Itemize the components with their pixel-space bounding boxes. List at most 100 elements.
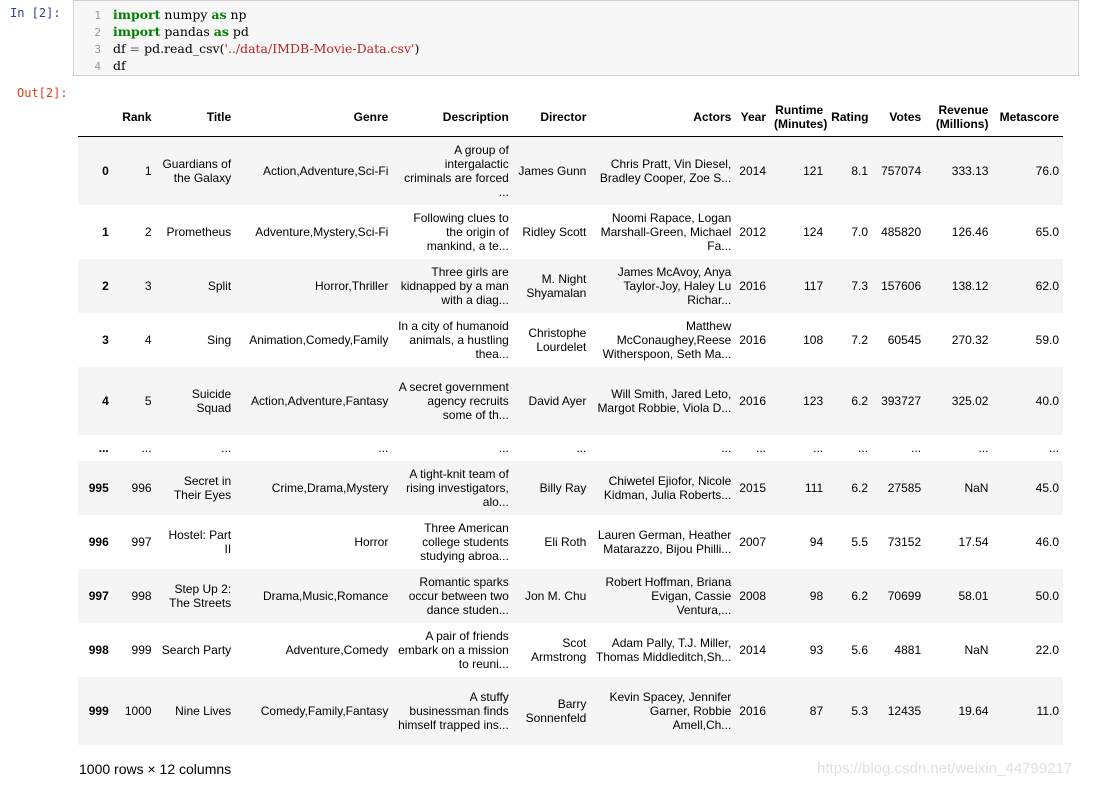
table-cell: Matthew McConaughey,Reese Witherspoon, S… bbox=[602, 318, 732, 361]
table-cell: 996 bbox=[131, 480, 152, 495]
table-row: 996 997 Hostel: Part II Horror Three America… bbox=[78, 514, 1063, 569]
table-cell: Horror bbox=[354, 534, 389, 549]
code-token: df bbox=[113, 58, 126, 73]
table-cell: Comedy,Family,Fantasy bbox=[260, 703, 389, 718]
table-cell: A pair of friends embark on a mission to… bbox=[398, 628, 509, 671]
table-cell: A secret government agency recruits some… bbox=[398, 379, 509, 422]
column-header: Genre bbox=[235, 98, 393, 137]
column-header: Director bbox=[512, 98, 591, 137]
table-cell: 2016 bbox=[739, 393, 766, 408]
code-token: ) bbox=[414, 41, 420, 56]
table-cell: Ridley Scott bbox=[522, 224, 587, 239]
table-cell: Eli Roth bbox=[544, 534, 587, 549]
table-cell: ... bbox=[1048, 440, 1059, 455]
table-row: 3 4 Sing Animation,Comedy,Family In a city o… bbox=[78, 312, 1063, 367]
table-cell: 117 bbox=[804, 278, 824, 293]
table-cell: James McAvoy, Anya Taylor-Joy, Haley Lu … bbox=[617, 264, 732, 307]
table-cell: 999 bbox=[131, 642, 152, 657]
line-number: 4 bbox=[94, 60, 101, 73]
row-index: 0 bbox=[102, 163, 109, 178]
table-cell: 757074 bbox=[881, 163, 922, 178]
code-line: 3 df = pd.read_csv('../data/IMDB-Movie-Da… bbox=[74, 40, 419, 57]
code-token: np bbox=[226, 7, 247, 22]
table-cell: 1000 bbox=[124, 703, 152, 718]
code-editor[interactable]: 1 import numpy as np 2 import pandas as pd 3… bbox=[73, 0, 1079, 76]
table-cell: Nine Lives bbox=[175, 703, 232, 718]
table-cell: Secret in Their Eyes bbox=[173, 473, 232, 502]
table-cell: Kevin Spacey, Jennifer Garner, Robbie Am… bbox=[609, 689, 732, 732]
table-cell: 87 bbox=[809, 703, 824, 718]
table-cell: 5.3 bbox=[851, 703, 869, 718]
table-cell: 5.5 bbox=[851, 534, 869, 549]
row-index: 999 bbox=[88, 703, 109, 718]
table-row: 2 3 Split Horror,Thriller Three girls are ki… bbox=[78, 258, 1063, 313]
table-cell: 138.12 bbox=[951, 278, 989, 293]
table-cell: Sing bbox=[207, 332, 232, 347]
table-cell: 126.46 bbox=[951, 224, 989, 239]
table-cell: Chris Pratt, Vin Diesel, Bradley Cooper,… bbox=[599, 156, 732, 185]
table-cell: David Ayer bbox=[528, 393, 587, 408]
table-cell: 485820 bbox=[881, 224, 922, 239]
code-line: 4 df bbox=[74, 57, 126, 74]
code-token: = bbox=[129, 41, 141, 56]
column-header: Votes bbox=[872, 98, 926, 137]
table-cell: 70699 bbox=[887, 588, 922, 603]
table-cell: Adventure,Mystery,Sci-Fi bbox=[255, 224, 389, 239]
table-cell: 98 bbox=[809, 588, 824, 603]
table-cell: 73152 bbox=[887, 534, 922, 549]
table-cell: 997 bbox=[131, 534, 152, 549]
table-cell: 8.1 bbox=[851, 163, 869, 178]
table-cell: Drama,Music,Romance bbox=[262, 588, 389, 603]
table-cell: Prometheus bbox=[166, 224, 232, 239]
row-index: 997 bbox=[88, 588, 109, 603]
row-index: 2 bbox=[102, 278, 109, 293]
table-cell: 333.13 bbox=[951, 163, 989, 178]
watermark: https://blog.csdn.net/weixin_44799217 bbox=[817, 760, 1073, 777]
code-token: df bbox=[113, 41, 130, 56]
table-cell: 62.0 bbox=[1035, 278, 1059, 293]
table-cell: M. Night Shyamalan bbox=[526, 271, 587, 300]
table-row: 997 998 Step Up 2: The Streets Drama,Music,… bbox=[78, 568, 1063, 623]
table-cell: 270.32 bbox=[951, 332, 989, 347]
table-cell: Horror,Thriller bbox=[315, 278, 389, 293]
table-cell: Action,Adventure,Sci-Fi bbox=[262, 163, 389, 178]
table-cell: Step Up 2: The Streets bbox=[169, 581, 232, 610]
table-cell: 4881 bbox=[894, 642, 922, 657]
table-cell: In a city of humanoid animals, a hustlin… bbox=[398, 318, 509, 361]
table-row: 999 1000 Nine Lives Comedy,Family,Fantasy A … bbox=[78, 676, 1063, 745]
code-token: import bbox=[113, 7, 161, 22]
table-row: 1 2 Prometheus Adventure,Mystery,Sci-Fi Foll… bbox=[78, 204, 1063, 259]
table-cell: 2014 bbox=[739, 163, 766, 178]
table-cell: ... bbox=[721, 440, 732, 455]
row-index: 1 bbox=[102, 224, 109, 239]
table-cell: 3 bbox=[144, 278, 152, 293]
table-cell: ... bbox=[978, 440, 989, 455]
column-header: Runtime (Minutes) bbox=[770, 98, 827, 137]
table-cell: 108 bbox=[803, 332, 824, 347]
row-index: 3 bbox=[102, 332, 109, 347]
table-cell: 59.0 bbox=[1035, 332, 1059, 347]
table-cell: 393727 bbox=[881, 393, 922, 408]
row-index: 995 bbox=[88, 480, 109, 495]
table-cell: 22.0 bbox=[1035, 642, 1059, 657]
table-cell: Jon M. Chu bbox=[525, 588, 587, 603]
table-cell: 58.01 bbox=[958, 588, 989, 603]
column-header: Year bbox=[735, 98, 770, 137]
table-cell: 76.0 bbox=[1035, 163, 1059, 178]
table-cell: Crime,Drama,Mystery bbox=[271, 480, 389, 495]
table-cell: 93 bbox=[809, 642, 824, 657]
table-cell: ... bbox=[813, 440, 824, 455]
code-token: '../data/IMDB-Movie-Data.csv' bbox=[224, 41, 415, 56]
table-cell: Scot Armstrong bbox=[531, 635, 587, 664]
table-cell: 1 bbox=[144, 163, 152, 178]
table-cell: Guardians of the Galaxy bbox=[162, 156, 232, 185]
table-cell: 7.0 bbox=[851, 224, 869, 239]
table-cell: 123 bbox=[803, 393, 824, 408]
table-cell: ... bbox=[755, 440, 766, 455]
table-cell: A stuffy businessman finds himself trapp… bbox=[398, 689, 509, 732]
table-row: 0 1 Guardians of the Galaxy Action,Adventur… bbox=[78, 136, 1063, 205]
column-header: Revenue (Millions) bbox=[925, 98, 993, 137]
table-cell: Search Party bbox=[161, 642, 232, 657]
table-cell: 12435 bbox=[887, 703, 922, 718]
table-cell: 2016 bbox=[739, 332, 766, 347]
